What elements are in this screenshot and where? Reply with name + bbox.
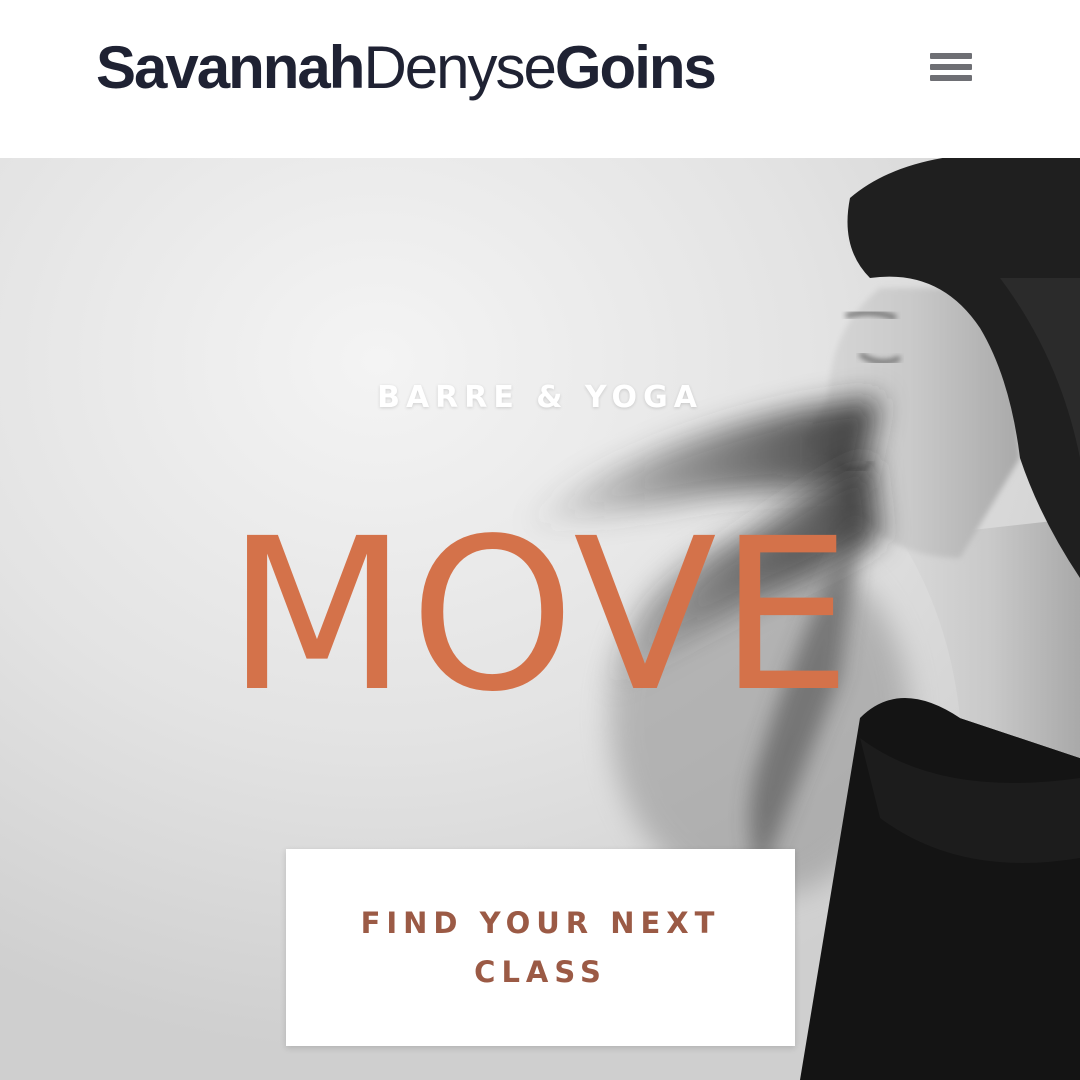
- menu-icon-bar: [930, 53, 972, 59]
- hero-eyebrow: BARRE & YOGA: [377, 380, 703, 415]
- find-class-button-label: FIND YOUR NEXT CLASS: [360, 905, 721, 989]
- site-header: SavannahDenyseGoins: [0, 0, 1080, 158]
- hamburger-menu-icon[interactable]: [926, 48, 976, 88]
- find-class-button[interactable]: FIND YOUR NEXT CLASS: [286, 849, 795, 1046]
- menu-icon-bar: [930, 64, 972, 70]
- logo-first-name: Savannah: [96, 34, 365, 101]
- logo-last-name: Goins: [554, 34, 717, 101]
- hero-headline: MOVE: [226, 493, 854, 738]
- logo-middle-name: Denyse: [363, 34, 556, 101]
- site-logo[interactable]: SavannahDenyseGoins: [96, 34, 717, 102]
- menu-icon-bar: [930, 75, 972, 81]
- hero-section: BARRE & YOGA MOVE FIND YOUR NEXT CLASS: [0, 158, 1080, 1080]
